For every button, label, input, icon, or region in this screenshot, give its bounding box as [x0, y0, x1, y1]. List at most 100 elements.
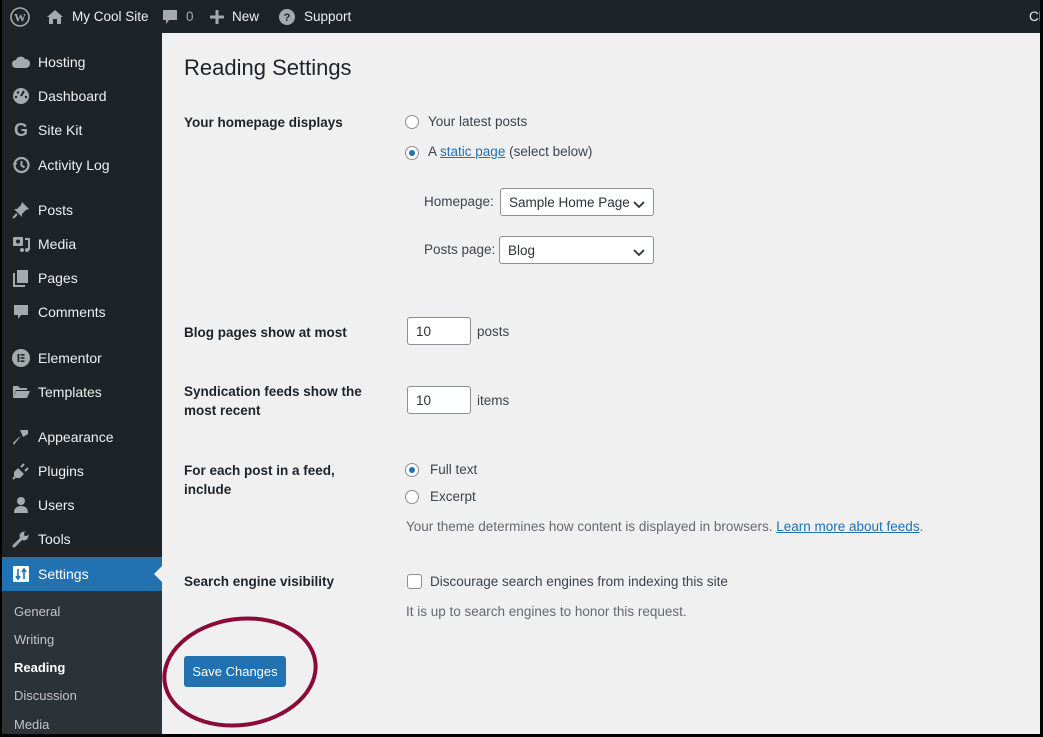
plug-icon	[11, 461, 31, 481]
folder-icon	[11, 382, 31, 402]
user-icon	[11, 495, 31, 515]
sidebar-item-site-kit[interactable]: G Site Kit	[2, 113, 162, 147]
sidebar-item-hosting[interactable]: Hosting	[2, 45, 162, 79]
new-content-button[interactable]: New	[210, 0, 259, 33]
sidebar-item-plugins[interactable]: Plugins	[2, 454, 162, 488]
settings-icon	[11, 564, 31, 584]
support-link[interactable]: ? Support	[279, 0, 351, 33]
feed-include-label: For each post in a feed, include	[184, 463, 335, 497]
radio-static-page[interactable]	[405, 146, 419, 160]
sidebar-item-media[interactable]: Media	[2, 227, 162, 261]
pushpin-icon	[11, 200, 31, 220]
sidebar-item-label: Plugins	[38, 463, 84, 479]
posts-page-select-value: Blog	[508, 242, 536, 258]
blog-pages-value: 10	[416, 323, 432, 339]
adminbar-right-item[interactable]: Cl	[1029, 0, 1040, 33]
wp-admin-window: W My Cool Site 0 New ? Support C Hosting…	[0, 0, 1040, 734]
chevron-down-icon	[633, 245, 645, 260]
feed-description-suffix: .	[919, 519, 924, 534]
blog-pages-unit: posts	[477, 324, 510, 339]
submenu-item-writing[interactable]: Writing	[14, 632, 54, 647]
comment-icon	[11, 302, 31, 322]
site-name-link[interactable]: My Cool Site	[46, 0, 149, 33]
radio-full-text[interactable]	[405, 463, 419, 477]
static-suffix: (select below)	[509, 144, 593, 159]
wp-logo-button[interactable]: W	[10, 0, 30, 33]
save-changes-button[interactable]: Save Changes	[184, 656, 286, 687]
radio-excerpt[interactable]	[405, 490, 419, 504]
sidebar-item-label: Media	[38, 236, 77, 252]
radio-latest-posts[interactable]	[405, 115, 419, 129]
media-icon	[11, 234, 31, 254]
syndication-input[interactable]: 10	[407, 386, 471, 414]
svg-text:?: ?	[284, 12, 291, 24]
sidebar-item-users[interactable]: Users	[2, 488, 162, 522]
sidebar-item-posts[interactable]: Posts	[2, 193, 162, 227]
syndication-label: Syndication feeds show the most recent	[184, 384, 362, 418]
discourage-search-label: Discourage search engines from indexing …	[430, 574, 728, 589]
static-page-link[interactable]: static page	[440, 144, 505, 159]
radio-excerpt-label: Excerpt	[430, 489, 476, 504]
sidebar-item-activity-log[interactable]: Activity Log	[2, 148, 162, 182]
learn-more-feeds-link[interactable]: Learn more about feeds	[776, 519, 919, 534]
google-g-icon: G	[13, 119, 28, 140]
wordpress-logo-icon: W	[10, 6, 30, 27]
sidebar-item-label: Pages	[38, 270, 78, 286]
blog-pages-label: Blog pages show at most	[184, 325, 347, 340]
search-visibility-description: It is up to search engines to honor this…	[406, 604, 687, 619]
sidebar-item-tools[interactable]: Tools	[2, 522, 162, 556]
sidebar-item-label: Comments	[38, 304, 106, 320]
comments-link[interactable]: 0	[162, 0, 194, 33]
blog-pages-input[interactable]: 10	[407, 317, 471, 345]
help-icon: ?	[279, 8, 295, 25]
dashboard-icon	[11, 86, 31, 106]
homepage-select-value: Sample Home Page	[509, 194, 630, 210]
sidebar-item-pages[interactable]: Pages	[2, 261, 162, 295]
homepage-displays-label: Your homepage displays	[184, 115, 343, 130]
admin-bar: W My Cool Site 0 New ? Support C	[2, 0, 1040, 33]
feed-description-text: Your theme determines how content is dis…	[406, 519, 773, 534]
sidebar-item-label: Settings	[38, 566, 89, 582]
svg-text:W: W	[14, 10, 26, 24]
comments-count: 0	[186, 9, 194, 24]
submenu-item-media[interactable]: Media	[14, 717, 49, 732]
elementor-icon	[11, 348, 31, 368]
sidebar-item-label: Posts	[38, 202, 74, 218]
static-prefix: A	[428, 144, 437, 159]
sidebar-item-label: Users	[38, 497, 75, 513]
support-label: Support	[304, 9, 352, 24]
home-icon	[46, 9, 64, 25]
sidebar-item-label: Appearance	[38, 429, 114, 445]
sidebar-item-templates[interactable]: Templates	[2, 375, 162, 409]
feed-description: Your theme determines how content is dis…	[406, 519, 923, 534]
submenu-item-discussion[interactable]: Discussion	[14, 688, 77, 703]
sidebar-item-settings[interactable]: Settings	[2, 557, 162, 591]
sidebar-item-dashboard[interactable]: Dashboard	[2, 79, 162, 113]
settings-submenu: General Writing Reading Discussion Media	[2, 591, 162, 734]
sidebar-item-label: Activity Log	[38, 157, 110, 173]
main-content: Reading Settings Your homepage displays …	[162, 33, 1040, 734]
posts-page-select-label: Posts page:	[424, 242, 496, 257]
cloud-icon	[11, 52, 31, 72]
radio-full-text-label: Full text	[430, 462, 478, 477]
syndication-unit: items	[477, 393, 510, 408]
sidebar-item-elementor[interactable]: Elementor	[2, 341, 162, 375]
sidebar-item-appearance[interactable]: Appearance	[2, 420, 162, 454]
sidebar-item-label: Hosting	[38, 54, 86, 70]
page-title: Reading Settings	[184, 55, 352, 80]
submenu-item-reading[interactable]: Reading	[14, 660, 65, 675]
discourage-search-checkbox[interactable]	[407, 574, 422, 589]
plus-icon	[210, 9, 224, 24]
active-indicator-arrow	[154, 566, 162, 582]
wrench-icon	[11, 529, 31, 549]
site-name: My Cool Site	[72, 9, 149, 24]
comment-bubble-icon	[162, 9, 178, 25]
submenu-item-general[interactable]: General	[14, 604, 60, 619]
new-label: New	[232, 9, 260, 24]
posts-page-select[interactable]: Blog	[499, 236, 654, 264]
sidebar-item-comments[interactable]: Comments	[2, 295, 162, 329]
homepage-select[interactable]: Sample Home Page	[500, 188, 654, 216]
sidebar-item-label: Tools	[38, 531, 71, 547]
syndication-value: 10	[416, 392, 432, 408]
adminbar-right-label: Cl	[1029, 9, 1040, 24]
